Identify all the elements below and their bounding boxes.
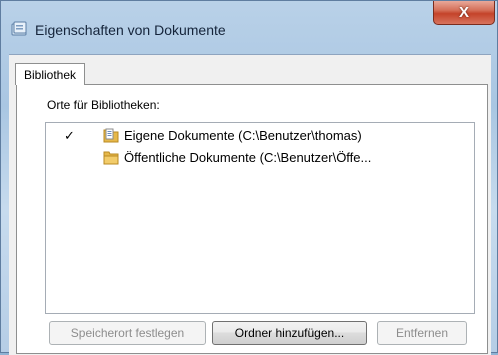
default-location-check-icon: ✓ bbox=[64, 128, 75, 143]
list-item-label: Eigene Dokumente (C:\Benutzer\thomas) bbox=[124, 128, 362, 143]
section-label: Orte für Bibliotheken: bbox=[47, 98, 160, 112]
library-doc-icon bbox=[103, 128, 119, 143]
tab-bibliothek[interactable]: Bibliothek bbox=[15, 63, 86, 85]
tab-label: Bibliothek bbox=[24, 68, 77, 82]
list-item[interactable]: ✓ Eigene Dokumente (C:\Benutzer\thomas) bbox=[46, 126, 474, 146]
close-button[interactable]: X bbox=[433, 1, 495, 25]
library-icon bbox=[11, 21, 29, 37]
window-title: Eigenschaften von Dokumente bbox=[35, 22, 226, 38]
library-locations-list[interactable]: ✓ Eigene Dokumente (C:\Benutzer\thomas) bbox=[45, 122, 475, 314]
title-bar[interactable]: Eigenschaften von Dokumente X bbox=[1, 1, 498, 45]
remove-button[interactable]: Entfernen bbox=[377, 321, 467, 345]
set-save-location-button[interactable]: Speicherort festlegen bbox=[49, 321, 206, 345]
list-item[interactable]: Öffentliche Dokumente (C:\Benutzer\Öffe.… bbox=[46, 148, 474, 168]
close-icon: X bbox=[458, 4, 469, 21]
folder-icon bbox=[103, 150, 119, 165]
window-frame: Eigenschaften von Dokumente X Bibliothek… bbox=[0, 0, 498, 355]
add-folder-button[interactable]: Ordner hinzufügen... bbox=[212, 321, 367, 345]
list-item-label: Öffentliche Dokumente (C:\Benutzer\Öffe.… bbox=[124, 150, 372, 165]
